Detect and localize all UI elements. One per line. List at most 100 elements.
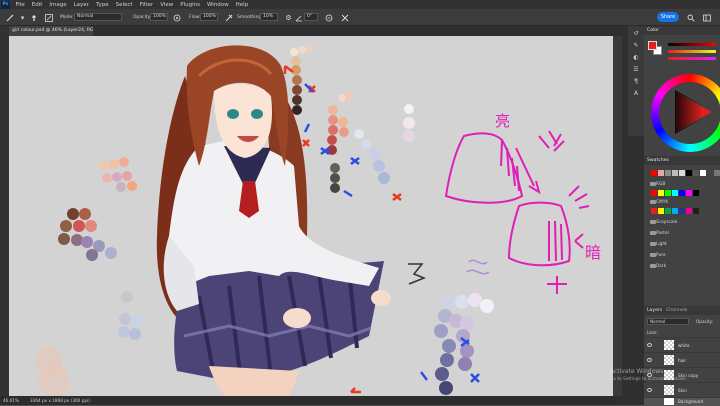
layer-row[interactable]: white (644, 337, 720, 352)
rgb-swatch[interactable] (686, 190, 692, 196)
smoothing-gear-icon[interactable]: ⚙ (284, 13, 293, 22)
swatch-group-label: Pure (656, 253, 666, 258)
brush-preset-icon[interactable] (29, 13, 38, 22)
menu-plugins[interactable]: Plugins (177, 2, 204, 8)
visibility-eye-icon[interactable] (647, 388, 652, 392)
brush-tool-icon[interactable] (5, 13, 14, 22)
menu-edit[interactable]: Edit (28, 2, 46, 8)
swatch-group-pastel[interactable]: Pastel (646, 229, 720, 238)
recent-swatch[interactable] (714, 170, 720, 176)
menu-type[interactable]: Type (92, 2, 112, 8)
tab-channels[interactable]: Channels (666, 306, 687, 315)
menu-view[interactable]: View (157, 2, 177, 8)
smoothing-field[interactable]: 10% (260, 13, 278, 21)
angle-field[interactable]: 0° (304, 13, 318, 21)
cmyk-swatch[interactable] (665, 208, 671, 214)
cmyk-swatch[interactable] (651, 208, 657, 214)
cmyk-swatch[interactable] (686, 208, 692, 214)
rgb-swatch[interactable] (658, 190, 664, 196)
tools-panel[interactable] (0, 26, 9, 396)
color-wheel[interactable] (651, 74, 720, 152)
properties-icon[interactable]: ☰ (632, 65, 641, 74)
green-slider[interactable] (668, 50, 716, 53)
document-tab[interactable]: girl colour.psd @ 46% (Layer24, RGB/8#) … (9, 26, 93, 36)
color-panel-title[interactable]: Color (647, 28, 659, 33)
paragraph-icon[interactable]: ¶ (632, 77, 641, 86)
swatch-group-light[interactable]: Light (646, 240, 720, 249)
recent-swatch[interactable] (693, 170, 699, 176)
history-icon[interactable]: ↺ (632, 29, 641, 38)
cmyk-swatch[interactable] (658, 208, 664, 214)
rgb-swatch[interactable] (679, 190, 685, 196)
recent-swatch[interactable] (707, 170, 713, 176)
swatch-group-rgb[interactable]: RGB (646, 180, 720, 189)
swatch-group-label: Grayscale (656, 220, 678, 225)
layer-row-background[interactable]: Background (644, 397, 720, 405)
scribble-mark (408, 259, 490, 285)
layer-row[interactable]: Skin (644, 382, 720, 397)
flow-field[interactable]: 100% (200, 13, 218, 21)
recent-swatch[interactable] (651, 170, 657, 176)
swatch-group-label: Pastel (656, 231, 669, 236)
chevron-down-icon[interactable]: ▾ (18, 13, 27, 22)
layer-row[interactable]: hair (644, 352, 720, 367)
layer-name: white (678, 343, 690, 348)
blend-mode-select[interactable]: Normal (647, 318, 689, 325)
mode-select[interactable]: Normal (74, 13, 122, 21)
swatch-group-cmyk[interactable]: CMYK (646, 198, 720, 207)
swatches-panel-title[interactable]: Swatches (647, 158, 669, 163)
cmyk-swatch[interactable] (693, 208, 699, 214)
swatch-group-pure[interactable]: Pure (646, 251, 720, 260)
folder-icon (650, 200, 656, 204)
recent-swatch[interactable] (665, 170, 671, 176)
menu-image[interactable]: Image (46, 2, 70, 8)
vertical-scrollbar[interactable] (613, 36, 622, 396)
opacity-field[interactable]: 100% (150, 13, 168, 21)
swatch-group-dark[interactable]: Dark (646, 262, 720, 271)
menu-filter[interactable]: Filter (136, 2, 157, 8)
brush-settings-icon[interactable] (44, 13, 53, 22)
adjustments-icon[interactable]: ◐ (632, 53, 641, 62)
foreground-color-swatch[interactable] (648, 41, 657, 50)
recent-swatch[interactable] (686, 170, 692, 176)
rgb-swatch[interactable] (672, 190, 678, 196)
recent-swatch[interactable] (700, 170, 706, 176)
visibility-eye-icon[interactable] (647, 343, 652, 347)
search-icon[interactable] (686, 13, 695, 22)
blue-slider[interactable] (668, 57, 716, 60)
menu-select[interactable]: Select (112, 2, 136, 8)
folder-icon (650, 264, 656, 268)
character-icon[interactable]: A (632, 89, 641, 98)
rgb-swatch[interactable] (665, 190, 671, 196)
red-slider[interactable] (668, 43, 716, 46)
photoshop-logo-icon[interactable]: Ps (1, 0, 10, 9)
canvas[interactable]: 亮 暗 (9, 36, 613, 396)
angle-icon (294, 13, 303, 22)
swatch-group-grayscale[interactable]: Grayscale (646, 218, 720, 227)
cmyk-swatch[interactable] (679, 208, 685, 214)
pressure-size-icon[interactable] (324, 13, 333, 22)
workspace-icon[interactable] (702, 13, 711, 22)
symmetry-icon[interactable] (340, 13, 349, 22)
mode-label: Mode: (60, 15, 74, 20)
recent-swatch[interactable] (658, 170, 664, 176)
status-bar: 46.01% 3364 px x 1868 px (300 ppi) (0, 396, 622, 405)
visibility-eye-icon[interactable] (647, 358, 652, 362)
share-button[interactable]: Share (657, 12, 679, 22)
tab-layers[interactable]: Layers (647, 308, 662, 313)
recent-swatch[interactable] (679, 170, 685, 176)
rgb-swatch[interactable] (651, 190, 657, 196)
pressure-opacity-icon[interactable] (172, 13, 181, 22)
airbrush-icon[interactable] (224, 13, 233, 22)
lighting-sketch (444, 130, 590, 294)
menu-help[interactable]: Help (232, 2, 252, 8)
recent-swatch[interactable] (672, 170, 678, 176)
menu-file[interactable]: File (12, 2, 28, 8)
menu-layer[interactable]: Layer (70, 2, 92, 8)
menu-window[interactable]: Window (203, 2, 232, 8)
rgb-swatch[interactable] (693, 190, 699, 196)
cmyk-swatch[interactable] (672, 208, 678, 214)
swatches-panel: Swatches RGB CMYK Grayscale Pastel Light… (644, 156, 720, 306)
brush-settings-panel-icon[interactable]: ✎ (632, 41, 641, 50)
zoom-level[interactable]: 46.01% (3, 396, 19, 405)
